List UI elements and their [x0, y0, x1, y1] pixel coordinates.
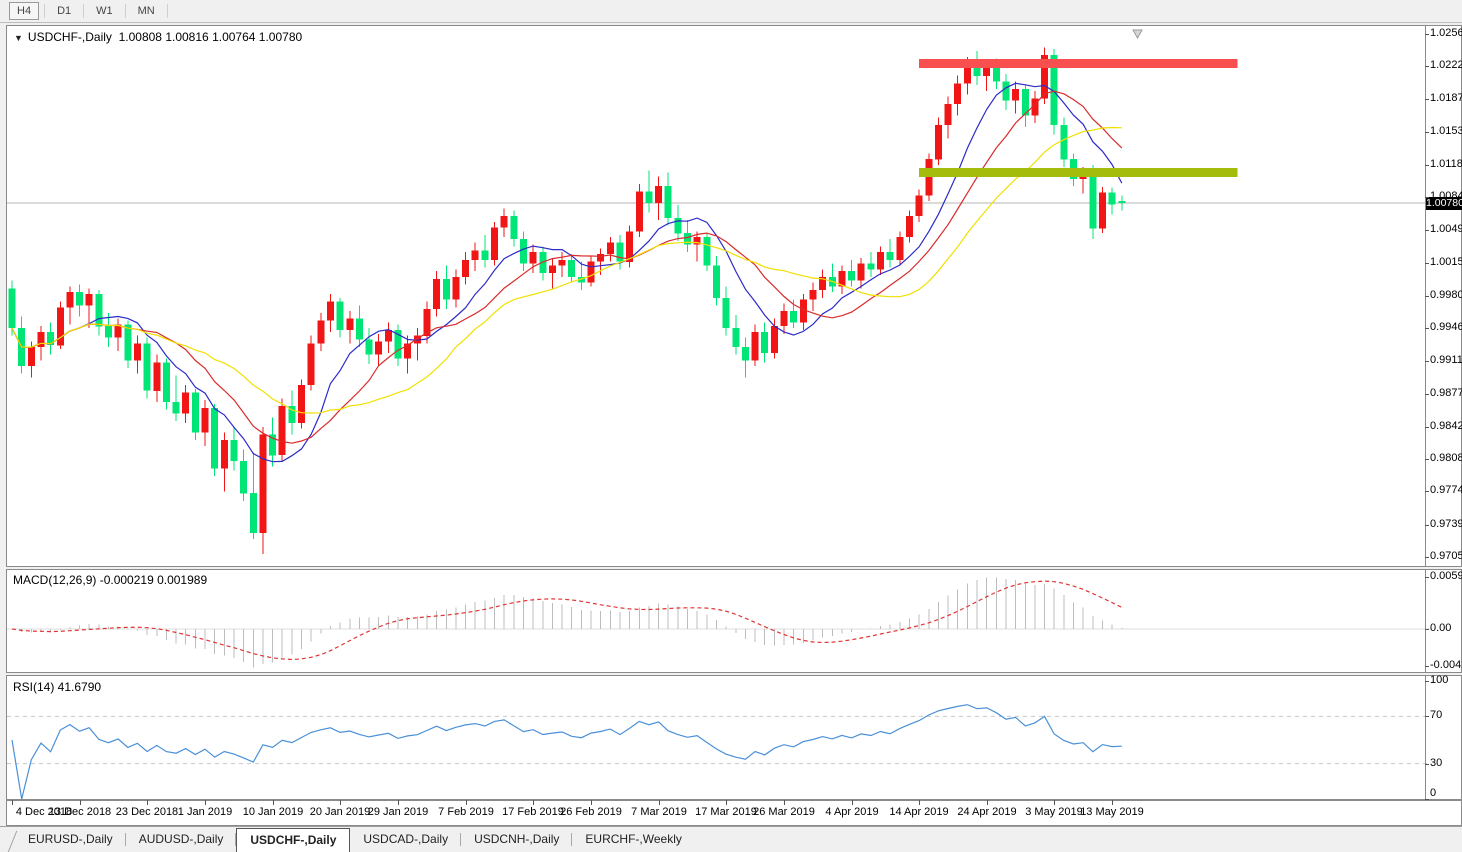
price-axis-label: 0.99460 — [1430, 321, 1462, 333]
macd-axis-label: 0.00597 — [1430, 570, 1462, 582]
date-axis-tick — [273, 800, 274, 805]
price-axis-tick — [1425, 394, 1429, 395]
date-axis-tick — [852, 800, 853, 805]
price-axis-tick — [1425, 427, 1429, 428]
date-axis-tick — [398, 800, 399, 805]
rsi-axis-tick — [1425, 716, 1429, 717]
rsi-axis-tick — [1425, 764, 1429, 765]
toolbar-separator — [166, 4, 168, 18]
date-axis-tick — [466, 800, 467, 805]
date-axis-tick — [147, 800, 148, 805]
rsi-axis-tick — [1425, 799, 1429, 800]
timeframe-button-mn[interactable]: MN — [131, 3, 162, 19]
macd-axis-label: 0.00 — [1430, 622, 1452, 634]
chart-tab-audusd[interactable]: AUDUSD-,Daily — [126, 827, 237, 852]
price-axis-tick — [1425, 165, 1429, 166]
price-axis-tick — [1425, 66, 1429, 67]
date-axis-tick — [726, 800, 727, 805]
toolbar-separator — [124, 4, 126, 18]
toolbar-separator — [83, 4, 85, 18]
rsi-axis-label: 30 — [1430, 757, 1443, 769]
date-axis-tick — [533, 800, 534, 805]
toolbar-separator — [44, 4, 46, 18]
price-axis-tick — [1425, 525, 1429, 526]
price-axis-label: 0.98420 — [1430, 420, 1462, 432]
price-axis-label: 1.01870 — [1430, 92, 1462, 104]
rsi-indicator-label: RSI(14) 41.6790 — [13, 680, 102, 694]
price-axis-label: 0.99110 — [1430, 354, 1462, 366]
main-plot[interactable] — [7, 26, 1431, 566]
price-axis-label: 1.00840 — [1430, 190, 1462, 202]
ohlc-low: 1.00764 — [212, 30, 256, 44]
date-axis-tick — [1112, 800, 1113, 805]
price-axis-tick — [1425, 263, 1429, 264]
timeframe-button-d1[interactable]: D1 — [50, 3, 78, 19]
chart-tab-eurusd[interactable]: EURUSD-,Daily — [15, 827, 126, 852]
price-axis-tick — [1425, 361, 1429, 362]
macd-axis-tick — [1425, 577, 1429, 578]
price-axis-label: 0.98080 — [1430, 452, 1462, 464]
price-axis-tick — [1425, 459, 1429, 460]
timeframe-button-h4[interactable]: H4 — [9, 2, 40, 20]
price-axis-label: 0.97050 — [1430, 550, 1462, 562]
price-axis-label: 0.97390 — [1430, 518, 1462, 530]
ohlc-close: 1.00780 — [258, 30, 303, 44]
timeframe-toolbar: H4 D1 W1 MN — [0, 0, 1462, 23]
price-axis-tick — [1425, 230, 1429, 231]
price-axis-label: 1.02560 — [1430, 27, 1462, 39]
price-axis-tick — [1425, 557, 1429, 558]
price-axis-label: 1.00490 — [1430, 223, 1462, 235]
price-axis-label: 1.01530 — [1430, 125, 1462, 137]
mt4-window: H4 D1 W1 MN ▼ USDCHF-,Daily 1.00808 1.00816 … — [0, 0, 1462, 852]
ohlc-high: 1.00816 — [165, 30, 209, 44]
price-axis-border — [1425, 570, 1426, 672]
price-axis-label: 0.99800 — [1430, 289, 1462, 301]
date-axis-tick — [919, 800, 920, 805]
macd-axis-tick — [1425, 629, 1429, 630]
price-axis-tick — [1425, 491, 1429, 492]
price-axis-tick — [1425, 132, 1429, 133]
chart-tab-eurchf[interactable]: EURCHF-,Weekly — [572, 827, 694, 852]
chart-symbol-label: USDCHF-,Daily — [27, 30, 112, 44]
date-axis-tick — [12, 800, 13, 805]
macd-indicator-label: MACD(12,26,9) -0.000219 0.001989 — [13, 573, 208, 587]
price-axis-tick — [1425, 34, 1429, 35]
date-axis-tick — [659, 800, 660, 805]
rsi-axis-label: 70 — [1430, 709, 1443, 721]
price-axis-label: 0.98770 — [1430, 387, 1462, 399]
price-axis-tick — [1425, 328, 1429, 329]
rsi-axis-label: 0 — [1430, 787, 1437, 799]
price-axis-tick — [1425, 296, 1429, 297]
date-axis-tick — [591, 800, 592, 805]
price-axis-label: 1.01180 — [1430, 158, 1462, 170]
date-axis-tick — [1054, 800, 1055, 805]
macd-axis-tick — [1425, 666, 1429, 667]
chart-tab-usdchf[interactable]: USDCHF-,Daily — [236, 828, 351, 852]
ohlc-open: 1.00808 — [118, 30, 162, 44]
macd-plot[interactable] — [7, 570, 1431, 672]
macd-axis-label: -0.00424 — [1430, 659, 1462, 671]
chart-direction-icon: ▼ — [14, 33, 23, 43]
price-axis-tick — [1425, 99, 1429, 100]
price-axis-label: 0.97740 — [1430, 484, 1462, 496]
date-axis-tick — [987, 800, 988, 805]
price-axis-label: 1.02220 — [1430, 59, 1462, 71]
chart-ohlc-header: ▼ USDCHF-,Daily 1.00808 1.00816 1.00764 1… — [14, 30, 302, 44]
chart-tab-usdcad[interactable]: USDCAD-,Daily — [350, 827, 461, 852]
rsi-plot[interactable] — [7, 676, 1431, 799]
rsi-axis-tick — [1425, 681, 1429, 682]
rsi-axis-label: 100 — [1430, 674, 1449, 686]
date-axis-tick — [205, 800, 206, 805]
price-axis-label: 1.00150 — [1430, 256, 1462, 268]
date-axis-tick — [80, 800, 81, 805]
chart-tab-usdcnh[interactable]: USDCNH-,Daily — [461, 827, 573, 852]
chart-tab-bar: EURUSD-,Daily AUDUSD-,Daily USDCHF-,Daily U… — [0, 826, 1462, 852]
price-axis-border — [1425, 676, 1426, 799]
date-axis-label: 13 May 2019 — [1080, 806, 1144, 818]
date-axis-tick — [340, 800, 341, 805]
date-axis-tick — [784, 800, 785, 805]
price-axis-tick — [1425, 197, 1429, 198]
timeframe-button-w1[interactable]: W1 — [89, 3, 120, 19]
